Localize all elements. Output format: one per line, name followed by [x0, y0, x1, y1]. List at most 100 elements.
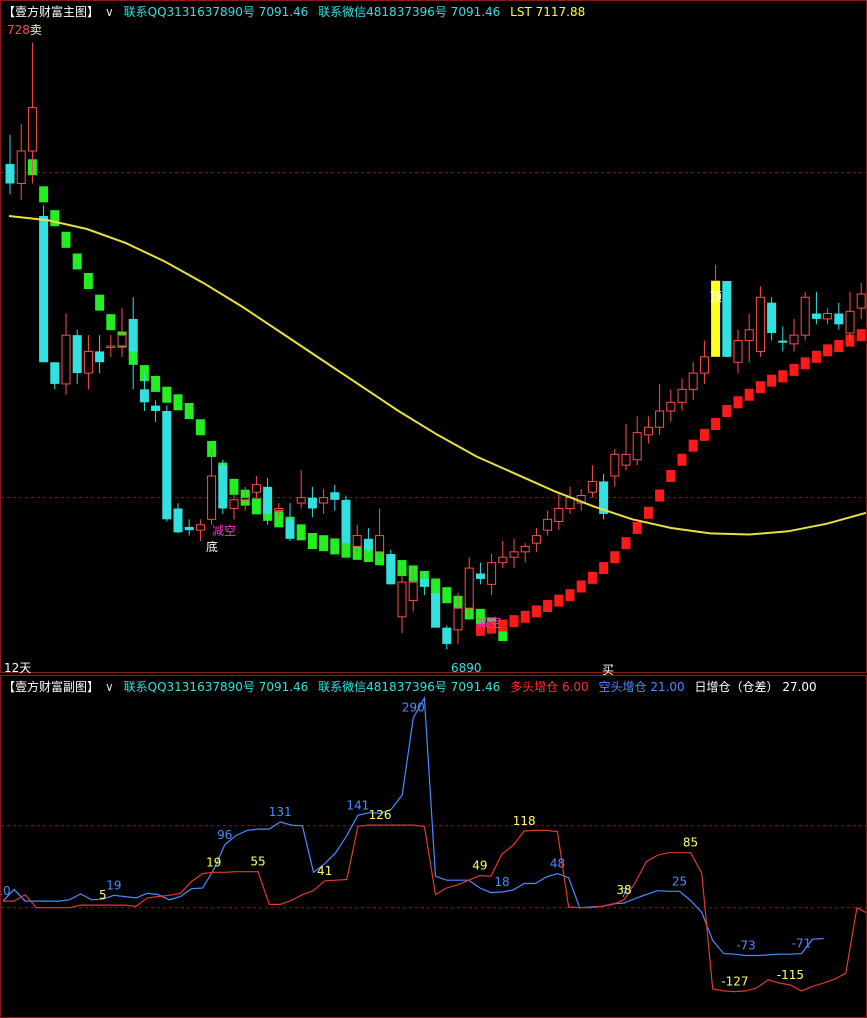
sub-value-label: -71 [792, 937, 812, 951]
trail-long-block [543, 600, 553, 612]
trail-short-block [151, 375, 161, 392]
candle-body [744, 329, 754, 342]
candle-body [106, 345, 116, 348]
trail-short-block [173, 394, 183, 411]
candle-body [520, 545, 530, 553]
candle-body [16, 150, 26, 184]
sub-value-label: 19 [206, 855, 221, 869]
top-price-label: 728卖 [7, 23, 42, 37]
top-signal-label: 顶 [710, 290, 723, 304]
sub-value-label: -115 [777, 968, 804, 982]
candle-body [173, 508, 183, 533]
candle-body [307, 497, 317, 509]
trail-long-block [823, 344, 833, 357]
sell-signal-label: 卖 [29, 23, 42, 37]
sub-value-label: 19 [106, 878, 121, 892]
sub-value-label: 126 [369, 808, 392, 822]
candle-body [218, 465, 228, 509]
candle-body [755, 296, 765, 352]
moving-average-line [8, 215, 866, 536]
bottom-signal-label: 底 [206, 540, 219, 554]
trail-short-block [162, 386, 172, 403]
sub-chart-panel: 【壹方财富副图】 ∨ 联系QQ3131637890号 7091.46 联系微信48… [0, 675, 867, 1018]
candle-body [151, 405, 161, 411]
sub-value-label: 5 [99, 888, 107, 902]
trail-short-block [319, 535, 329, 552]
trail-long-block [856, 329, 866, 342]
sub-value-label: 38 [616, 883, 631, 897]
candle-body [789, 334, 799, 345]
candle-body [677, 388, 687, 403]
candle-body [811, 313, 821, 319]
candle-body [587, 480, 597, 493]
trail-long-block [610, 551, 620, 564]
candle-body [330, 492, 340, 500]
trail-long-block [520, 610, 530, 623]
candle-body [195, 524, 205, 531]
trail-short-block [307, 533, 317, 549]
trail-short-block [251, 498, 261, 515]
sub-indicator-chart[interactable]: 1019961311412901848725-73-71519554112649… [1, 676, 866, 1017]
candle-body [352, 535, 362, 547]
reduce-short-label-1: 减空 [212, 524, 237, 538]
trail-short-block [50, 210, 60, 227]
trail-long-block [744, 388, 754, 401]
candle-body [375, 535, 385, 553]
candle-body [632, 432, 642, 461]
candle-body [386, 554, 396, 585]
trail-short-block [95, 294, 105, 311]
candle-body [72, 335, 82, 374]
candle-body [621, 453, 631, 466]
candle-body [207, 475, 217, 520]
candle-body [543, 518, 553, 531]
candle-body [162, 411, 172, 520]
sub-value-label: 18 [494, 875, 509, 889]
trail-short-block [184, 403, 194, 419]
main-candlestick-chart[interactable] [1, 1, 866, 672]
candle-body [408, 581, 418, 602]
sub-value-label: 131 [269, 805, 292, 819]
reduce-short-label-2: 减空 [477, 616, 502, 630]
trail-long-block [778, 370, 788, 383]
trail-short-block [442, 587, 452, 604]
trail-long-block [755, 381, 765, 394]
candle-body [800, 296, 810, 336]
trail-short-block [39, 186, 49, 203]
candle-body [453, 607, 463, 631]
candle-body [823, 313, 833, 320]
candle-body [475, 573, 485, 579]
candle-body [27, 107, 37, 152]
candle-body [319, 497, 329, 504]
trail-long-block [789, 363, 799, 376]
candle-body [95, 351, 105, 363]
sub-value-label: 118 [513, 814, 536, 828]
sub-value-label: 141 [346, 798, 369, 812]
candle-body [5, 164, 15, 184]
candle-body [419, 578, 429, 587]
trail-long-block [767, 374, 777, 387]
candle-body [834, 313, 844, 325]
candle-body [251, 484, 261, 493]
sub-value-label: -73 [736, 939, 756, 953]
candle-body [184, 526, 194, 531]
trail-long-block [711, 418, 721, 430]
low-price-label: 6890 [451, 661, 482, 675]
main-chart-panel: 【壹方财富主图】 ∨ 联系QQ3131637890号 7091.46 联系微信48… [0, 0, 867, 677]
candle-body [431, 593, 441, 628]
candle-body [856, 293, 866, 309]
candle-body [240, 497, 250, 501]
sub-series-line-0 [2, 695, 824, 957]
candle-body [274, 508, 284, 512]
candle-body [688, 372, 698, 390]
trail-long-block [587, 571, 597, 584]
sub-series-line-1 [3, 824, 866, 993]
candle-body [699, 356, 709, 374]
trail-long-block [554, 594, 564, 607]
candle-body [778, 340, 788, 343]
trail-short-block [83, 273, 93, 289]
trail-short-block [330, 538, 340, 555]
trail-long-block [565, 589, 575, 602]
candle-body [442, 627, 452, 644]
candle-body [554, 508, 564, 522]
sub-value-label: 10 [1, 884, 11, 898]
